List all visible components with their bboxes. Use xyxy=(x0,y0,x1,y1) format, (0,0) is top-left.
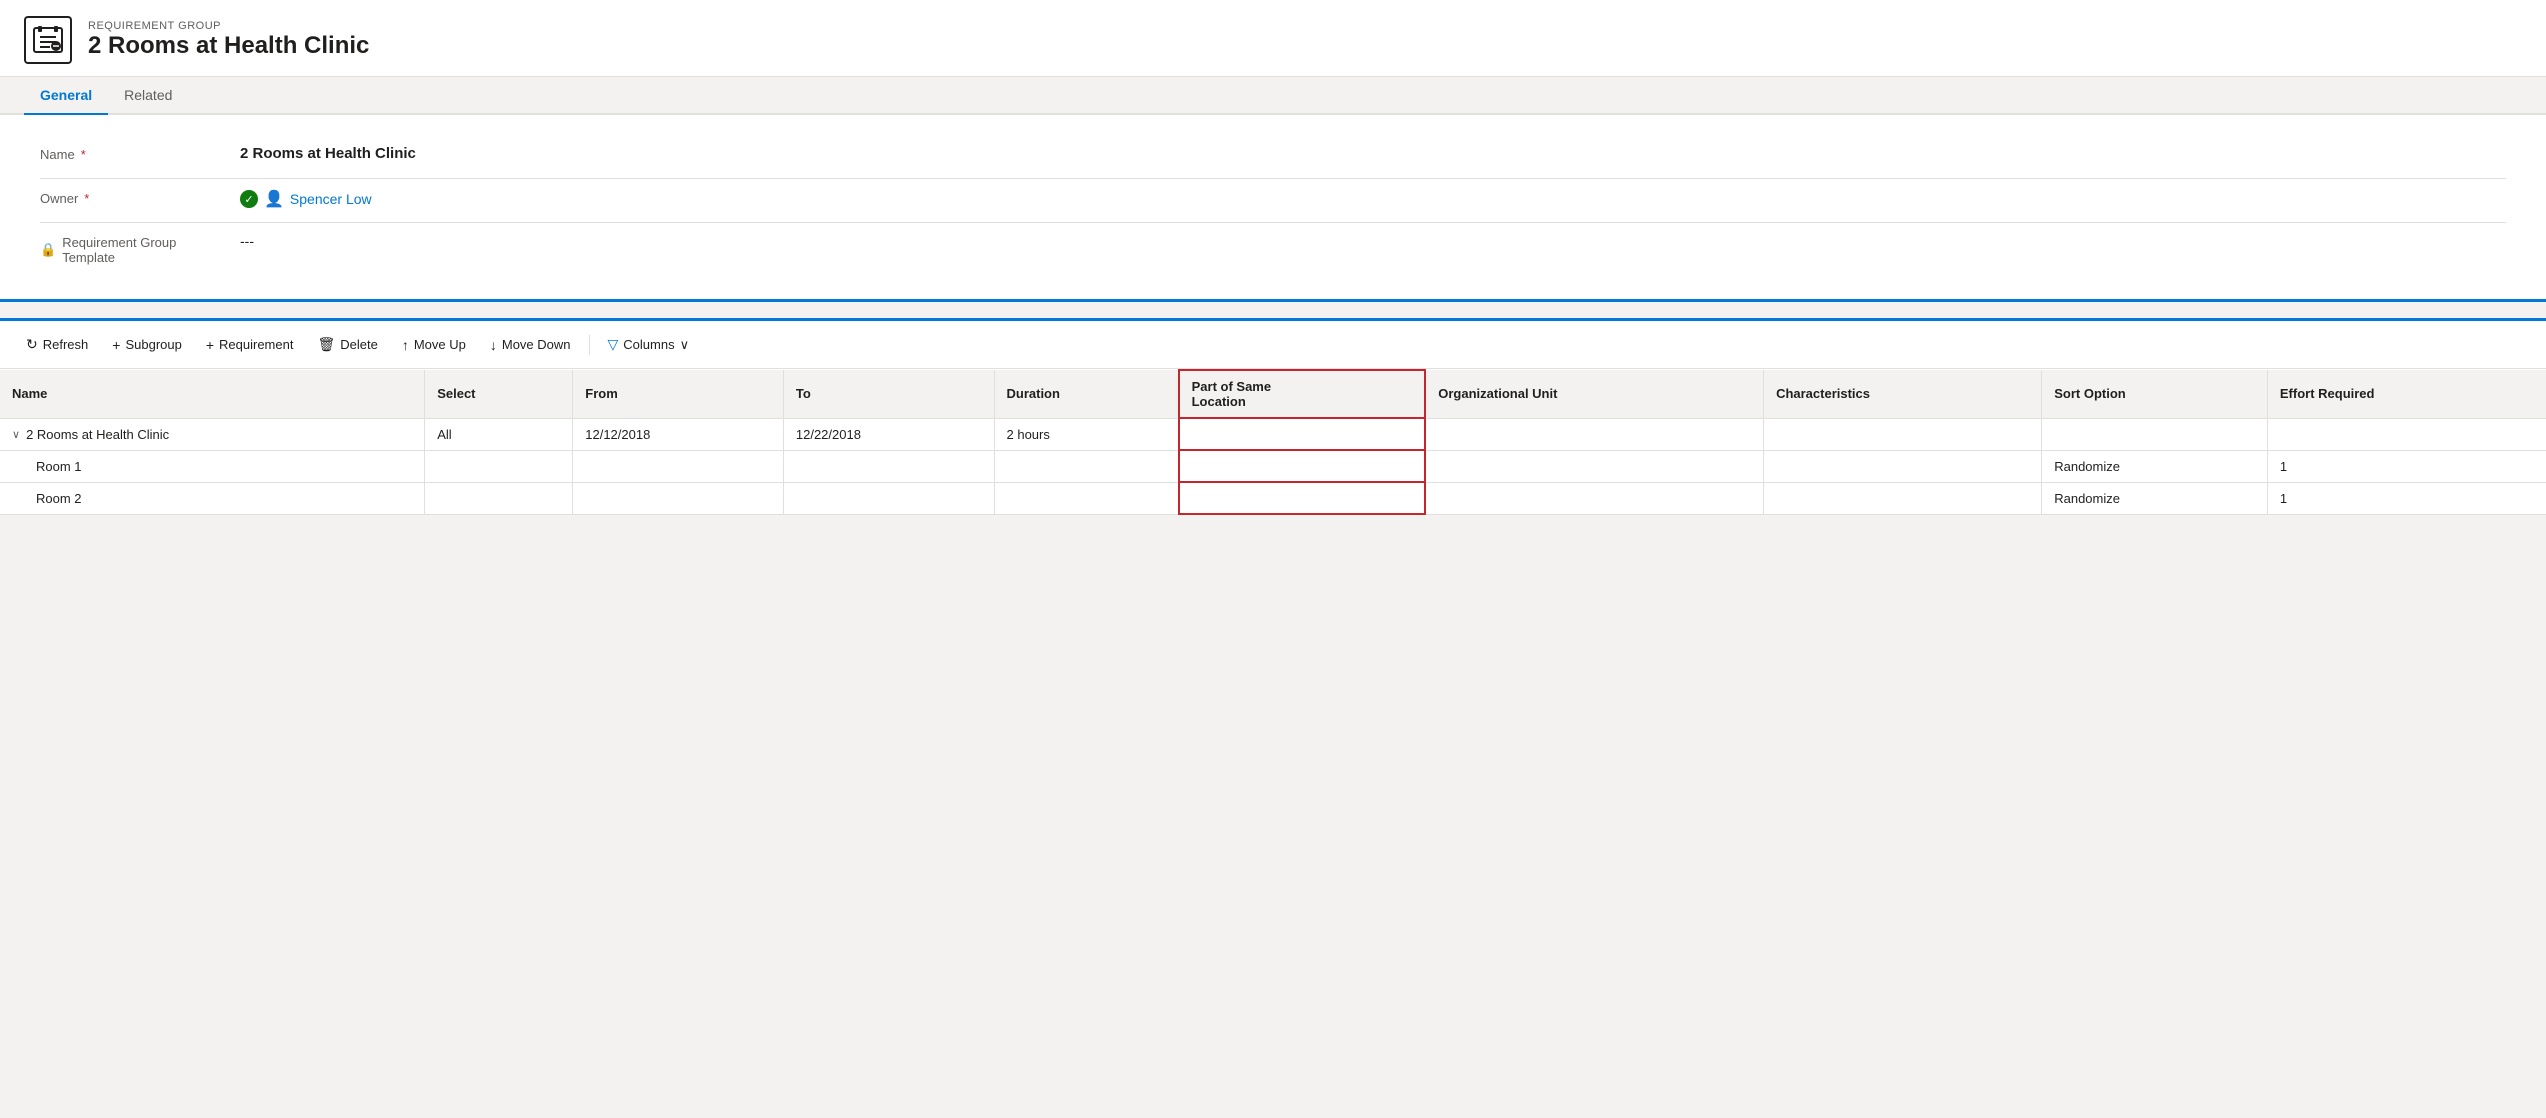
row-sort-option-cell: Randomize xyxy=(2042,482,2268,514)
template-label: 🔒 Requirement GroupTemplate xyxy=(40,233,240,265)
row-characteristics-cell xyxy=(1764,450,2042,482)
requirement-label: Requirement xyxy=(219,337,293,352)
delete-label: Delete xyxy=(340,337,378,352)
row-to-cell: 12/22/2018 xyxy=(783,418,994,450)
table-row[interactable]: ∨ 2 Rooms at Health Clinic All 12/12/201… xyxy=(0,418,2546,450)
tab-related[interactable]: Related xyxy=(108,77,188,115)
page-subtitle: REQUIREMENT GROUP xyxy=(88,20,369,32)
refresh-icon: ↻ xyxy=(26,336,38,353)
refresh-label: Refresh xyxy=(43,337,89,352)
row-from-cell: 12/12/2018 xyxy=(573,418,784,450)
row-from-cell xyxy=(573,450,784,482)
move-down-icon: ↓ xyxy=(490,337,497,353)
form-section: Name * 2 Rooms at Health Clinic Owner * … xyxy=(0,115,2546,302)
owner-value[interactable]: ✓ 👤 Spencer Low xyxy=(240,189,2506,209)
name-value[interactable]: 2 Rooms at Health Clinic xyxy=(240,145,2506,162)
move-down-button[interactable]: ↓ Move Down xyxy=(480,332,581,358)
row-duration-cell xyxy=(994,482,1179,514)
table-header-row: Name Select From To Duration Part of Sam… xyxy=(0,370,2546,418)
header-icon xyxy=(24,16,72,64)
owner-name[interactable]: Spencer Low xyxy=(290,191,372,207)
row-group-name: 2 Rooms at Health Clinic xyxy=(26,427,169,442)
row-part-of-same-cell xyxy=(1179,418,1426,450)
row-effort-required-cell: 1 xyxy=(2267,482,2546,514)
header-text: REQUIREMENT GROUP 2 Rooms at Health Clin… xyxy=(88,20,369,61)
col-header-duration: Duration xyxy=(994,370,1179,418)
row-child-name: Room 1 xyxy=(36,459,82,474)
tab-general[interactable]: General xyxy=(24,77,108,115)
move-down-label: Move Down xyxy=(502,337,571,352)
row-part-of-same-cell xyxy=(1179,450,1426,482)
grid-toolbar: ↻ Refresh + Subgroup + Requirement 🗑 Del… xyxy=(0,321,2546,369)
row-characteristics-cell xyxy=(1764,482,2042,514)
col-header-org-unit: Organizational Unit xyxy=(1425,370,1763,418)
form-row-name: Name * 2 Rooms at Health Clinic xyxy=(40,135,2506,179)
refresh-button[interactable]: ↻ Refresh xyxy=(16,331,98,358)
move-up-label: Move Up xyxy=(414,337,466,352)
row-duration-cell xyxy=(994,450,1179,482)
col-header-select: Select xyxy=(425,370,573,418)
row-name-cell: Room 1 xyxy=(0,450,425,482)
template-value[interactable]: --- xyxy=(240,233,2506,249)
row-sort-option-cell: Randomize xyxy=(2042,450,2268,482)
form-row-template: 🔒 Requirement GroupTemplate --- xyxy=(40,223,2506,275)
chevron-down-icon: ∨ xyxy=(12,428,20,441)
row-part-of-same-cell xyxy=(1179,482,1426,514)
grid-section: ↻ Refresh + Subgroup + Requirement 🗑 Del… xyxy=(0,318,2546,515)
name-label: Name * xyxy=(40,145,240,162)
col-header-name: Name xyxy=(0,370,425,418)
col-header-effort-required: Effort Required xyxy=(2267,370,2546,418)
row-to-cell xyxy=(783,482,994,514)
row-child-name: Room 2 xyxy=(36,491,82,506)
table-container: Name Select From To Duration Part of Sam… xyxy=(0,369,2546,515)
row-name-cell: ∨ 2 Rooms at Health Clinic xyxy=(0,418,425,450)
page-header: REQUIREMENT GROUP 2 Rooms at Health Clin… xyxy=(0,0,2546,77)
delete-button[interactable]: 🗑 Delete xyxy=(307,331,387,358)
filter-icon: ▽ xyxy=(608,336,619,353)
row-from-cell xyxy=(573,482,784,514)
row-to-cell xyxy=(783,450,994,482)
row-org-unit-cell xyxy=(1425,450,1763,482)
required-star-owner: * xyxy=(84,191,89,206)
col-header-sort-option: Sort Option xyxy=(2042,370,2268,418)
row-sort-option-cell xyxy=(2042,418,2268,450)
col-header-characteristics: Characteristics xyxy=(1764,370,2042,418)
tabs-bar: General Related xyxy=(0,77,2546,115)
col-header-part-of-same: Part of SameLocation xyxy=(1179,370,1426,418)
row-select-cell xyxy=(425,450,573,482)
form-row-owner: Owner * ✓ 👤 Spencer Low xyxy=(40,179,2506,223)
row-select-cell xyxy=(425,482,573,514)
move-up-button[interactable]: ↑ Move Up xyxy=(392,332,476,358)
subgroup-button[interactable]: + Subgroup xyxy=(102,332,192,358)
row-effort-required-cell: 1 xyxy=(2267,450,2546,482)
row-duration-cell: 2 hours xyxy=(994,418,1179,450)
owner-check-icon: ✓ xyxy=(240,190,258,208)
row-effort-required-cell xyxy=(2267,418,2546,450)
required-star-name: * xyxy=(81,147,86,162)
col-header-to: To xyxy=(783,370,994,418)
requirements-table: Name Select From To Duration Part of Sam… xyxy=(0,369,2546,515)
row-org-unit-cell xyxy=(1425,418,1763,450)
delete-icon: 🗑 xyxy=(317,336,335,353)
requirement-icon: + xyxy=(206,337,214,353)
subgroup-icon: + xyxy=(112,337,120,353)
columns-button[interactable]: ▽ Columns ∨ xyxy=(598,331,700,358)
table-row[interactable]: Room 2 Randomize 1 xyxy=(0,482,2546,514)
columns-chevron-icon: ∨ xyxy=(680,337,690,353)
table-row[interactable]: Room 1 Randomize 1 xyxy=(0,450,2546,482)
page-title: 2 Rooms at Health Clinic xyxy=(88,32,369,61)
row-org-unit-cell xyxy=(1425,482,1763,514)
row-name-cell: Room 2 xyxy=(0,482,425,514)
owner-person-icon: 👤 xyxy=(264,189,284,209)
owner-label: Owner * xyxy=(40,189,240,206)
columns-label: Columns xyxy=(623,337,674,352)
row-characteristics-cell xyxy=(1764,418,2042,450)
move-up-icon: ↑ xyxy=(402,337,409,353)
col-header-from: From xyxy=(573,370,784,418)
row-select-cell: All xyxy=(425,418,573,450)
subgroup-label: Subgroup xyxy=(125,337,181,352)
requirement-button[interactable]: + Requirement xyxy=(196,332,304,358)
lock-icon: 🔒 xyxy=(40,242,56,258)
toolbar-separator xyxy=(589,335,590,355)
